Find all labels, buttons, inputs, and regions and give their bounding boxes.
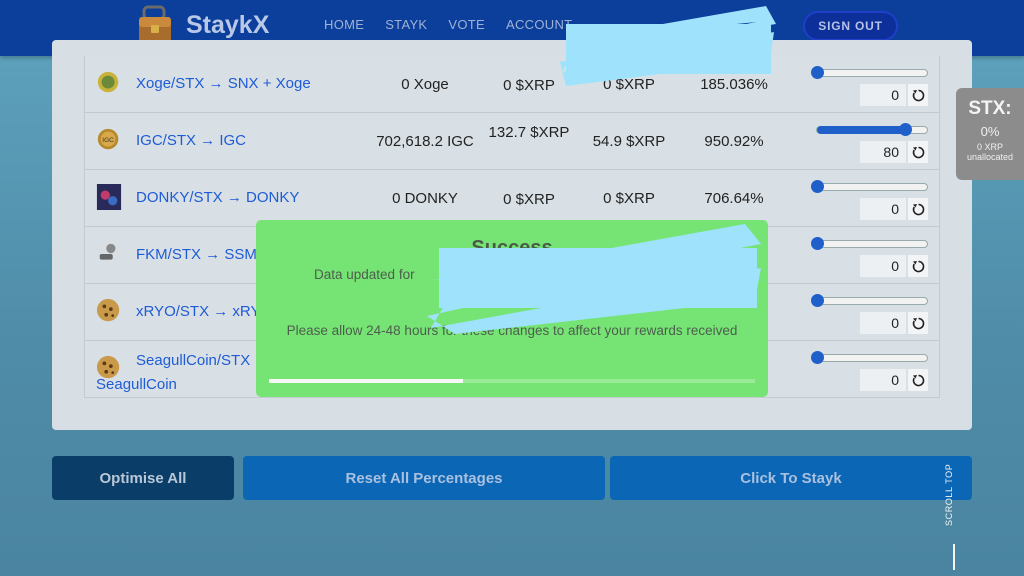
slider-thumb[interactable]: [811, 237, 824, 250]
refresh-icon: [912, 317, 924, 329]
pool-pair-link[interactable]: FKM/STX → SSM: [136, 246, 257, 263]
reward-amount: 132.7 $XRP: [488, 124, 570, 141]
percent-input[interactable]: 0: [860, 198, 906, 220]
igc-coin-icon: IGC: [97, 128, 119, 150]
slider-thumb[interactable]: [811, 66, 824, 79]
table-row: Xoge/STX → SNX + Xoge 0 Xoge 0 $XRP 0 $XRP 1…: [84, 56, 940, 113]
percent-input[interactable]: 80: [860, 141, 906, 163]
optimise-row-button[interactable]: [908, 255, 928, 277]
table-row: IGC IGC/STX → IGC 702,618.2 IGC 132.7 $XRP 5…: [84, 113, 940, 170]
sign-out-button[interactable]: SIGN OUT: [803, 11, 898, 41]
stx-xrp: 0 XRP: [976, 142, 1003, 152]
staked-amount: 0 DONKY: [392, 190, 458, 207]
staked-amount: 0 Xoge: [401, 76, 449, 93]
slider-thumb[interactable]: [811, 294, 824, 307]
nav-home[interactable]: HOME: [324, 17, 364, 32]
slider-thumb[interactable]: [811, 180, 824, 193]
modal-message-updated: Data updated for: [314, 267, 415, 282]
optimise-row-button[interactable]: [908, 312, 928, 334]
stx-percent: 0%: [980, 124, 1000, 139]
allocation-slider[interactable]: [811, 180, 928, 193]
refresh-icon: [912, 89, 924, 101]
cookie-icon: [96, 298, 120, 322]
table-row: DONKY/STX → DONKY 0 DONKY 0 $XRP 0 $XRP 706.…: [84, 170, 940, 227]
slider-thumb[interactable]: [899, 123, 912, 136]
pool-pair-link[interactable]: DONKY/STX → DONKY: [136, 189, 299, 206]
stx-status: unallocated: [966, 152, 1014, 162]
brand-name[interactable]: StaykX: [186, 11, 269, 40]
fkm-token-icon: [99, 243, 116, 260]
refresh-icon: [912, 203, 924, 215]
staked-amount: 702,618.2 IGC: [376, 133, 474, 150]
nav-links: HOME STAYK VOTE ACCOUNT: [324, 17, 593, 32]
scroll-top-label: SCROLL TOP: [944, 463, 954, 526]
allocation-slider[interactable]: [811, 66, 928, 79]
apr-value: 950.92%: [704, 133, 764, 150]
earned-amount: 0 $XRP: [603, 190, 655, 207]
allocation-slider[interactable]: [811, 237, 928, 250]
optimise-row-button[interactable]: [908, 84, 928, 106]
percent-input[interactable]: 0: [860, 84, 906, 106]
nav-stayk[interactable]: STAYK: [385, 17, 427, 32]
refresh-icon: [912, 260, 924, 272]
reset-percentages-button[interactable]: Reset All Percentages: [243, 456, 605, 500]
svg-text:IGC: IGC: [102, 137, 114, 144]
refresh-icon: [912, 374, 924, 386]
optimise-all-button[interactable]: Optimise All: [52, 456, 234, 500]
percent-input[interactable]: 0: [860, 255, 906, 277]
earned-amount: 54.9 $XRP: [592, 133, 666, 150]
refresh-icon: [912, 146, 924, 158]
donky-token-icon: [96, 184, 122, 210]
percent-input[interactable]: 0: [860, 369, 906, 391]
reward-amount: 0 $XRP: [503, 191, 555, 208]
scroll-top-button[interactable]: SCROLL TOP: [940, 464, 966, 570]
pool-pair-link[interactable]: xRYO/STX → xRYO: [136, 303, 272, 320]
allocation-slider[interactable]: [811, 351, 928, 364]
click-to-stayk-button[interactable]: Click To Stayk: [610, 456, 972, 500]
optimise-row-button[interactable]: [908, 141, 928, 163]
slider-fill: [817, 126, 905, 134]
pool-pair-link[interactable]: Xoge/STX → SNX + Xoge: [136, 75, 311, 92]
allocation-slider[interactable]: [811, 294, 928, 307]
redaction-scribble: [427, 224, 761, 334]
modal-progress-fill: [269, 379, 464, 383]
allocation-slider[interactable]: [816, 123, 928, 136]
optimise-row-button[interactable]: [908, 369, 928, 391]
percent-input[interactable]: 0: [860, 312, 906, 334]
modal-progress-bar: [269, 379, 755, 383]
xoge-coin-icon: [97, 71, 119, 93]
stx-title: STX:: [968, 98, 1012, 119]
scroll-top-line: [953, 544, 955, 570]
pool-pair-link[interactable]: IGC/STX → IGC: [136, 132, 246, 149]
apr-value: 706.64%: [704, 190, 764, 207]
slider-thumb[interactable]: [811, 351, 824, 364]
optimise-row-button[interactable]: [908, 198, 928, 220]
stx-allocation-panel: STX: 0% 0 XRP unallocated: [956, 88, 1024, 180]
nav-vote[interactable]: VOTE: [448, 17, 485, 32]
redaction-scribble: [560, 6, 776, 86]
